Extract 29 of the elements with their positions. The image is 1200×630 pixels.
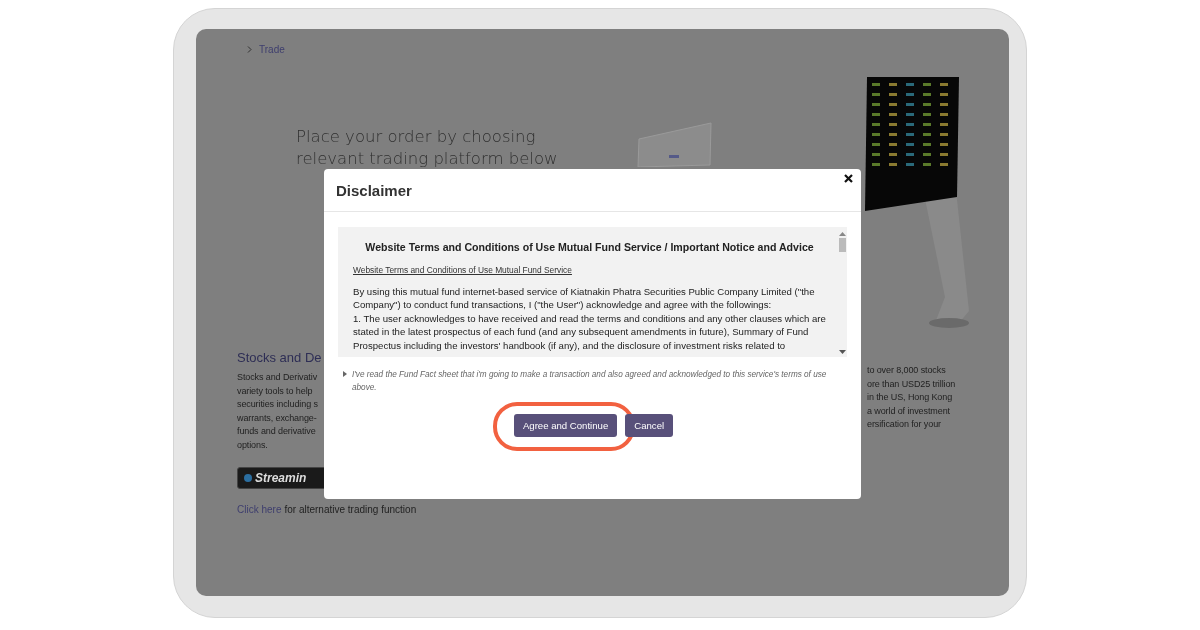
terms-paragraph: 1. The user acknowledges to have received and read the terms and conditions and any other clauses which are stated in the latest prospectus of each fund (and any subsequent amendments in future), Summary of Fund Prospectus including the investors' handbook (if any), and the disclosure of investment risks related to	[353, 311, 826, 353]
triangle-icon	[343, 371, 347, 377]
hero-headline: Place your order by choosing relevant trading platform below	[296, 126, 558, 170]
section-text: options.	[237, 438, 269, 452]
dialog-title: Disclaimer	[336, 181, 412, 199]
globe-icon	[244, 473, 252, 482]
document-title: Website Terms and Conditions of Use Mutual Fund Service / Important Notice and Advice	[364, 241, 815, 253]
scroll-down-icon[interactable]	[839, 350, 846, 354]
scroll-up-icon[interactable]	[839, 232, 846, 236]
close-icon[interactable]	[844, 174, 853, 183]
dialog-button[interactable]: Agree and Continue	[513, 414, 618, 437]
section-text: securities including s	[237, 398, 319, 412]
section-text: in the US, Hong Kong	[867, 391, 954, 405]
section-text: funds and derivative	[237, 425, 317, 439]
dialog-button[interactable]: Cancel	[625, 414, 674, 437]
section-text: a world of investment	[867, 404, 951, 418]
scrollbar-thumb[interactable]	[839, 238, 846, 252]
section-text: Stocks and Derivativ	[237, 371, 319, 384]
section-title: Stocks and De	[237, 350, 323, 365]
section-text: ore than USD25 trillion	[867, 377, 957, 391]
chevron-icon	[247, 45, 252, 53]
section-text: ersification for your	[867, 418, 942, 432]
section-text: warrants, exchange-	[237, 411, 318, 425]
terms-paragraph: By using this mutual fund internet-based service of Kiatnakin Phatra Securities Public Company Limited ("the Company") to conduct fund transactions, I ("the User") acknowledge and agree with the followings:	[353, 285, 816, 312]
acknowledgement-text: I've read the Fund Fact sheet that i'm going to make a transaction and also agreed and acknowledged to this service's terms of use above.	[352, 369, 828, 394]
alternative-text: for alternative trading function	[284, 503, 417, 515]
terms-link[interactable]: Website Terms and Conditions of Use Mutual Fund Service	[353, 265, 826, 275]
section-text: to over 8,000 stocks	[867, 364, 947, 377]
section-text: variety tools to help	[237, 384, 314, 398]
